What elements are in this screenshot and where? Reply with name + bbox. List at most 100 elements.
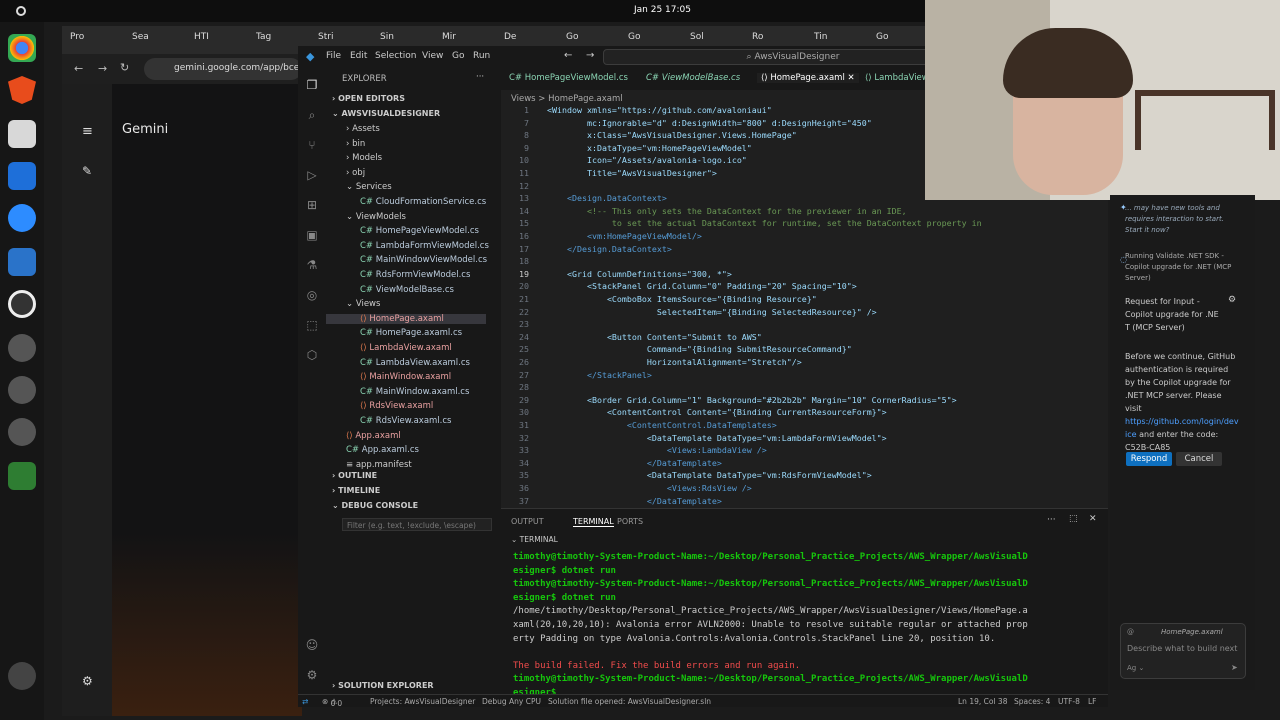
panel-tab-terminal[interactable]: TERMINAL [573, 517, 614, 527]
disk-icon[interactable] [8, 418, 36, 446]
code-line[interactable]: </DataTemplate> [547, 458, 722, 468]
menu-run[interactable]: Run [473, 51, 490, 61]
code-line[interactable]: <Border Grid.Column="1" Background="#2b2… [547, 395, 957, 405]
account-icon[interactable]: ☺ [305, 638, 319, 652]
code-line[interactable]: <StackPanel Grid.Column="0" Padding="20"… [547, 281, 857, 291]
close-panel-icon[interactable]: ✕ [1089, 514, 1097, 524]
tree-file[interactable]: C# MainWindowViewModel.cs [360, 255, 487, 265]
editor-tab[interactable]: C# HomePageViewModel.cs [509, 73, 628, 83]
tree-folder[interactable]: ⌄ Services [346, 182, 392, 192]
code-line[interactable]: mc:Ignorable="d" d:DesignWidth="800" d:D… [547, 118, 872, 128]
code-line[interactable]: x:DataType="vm:HomePageViewModel" [547, 143, 752, 153]
status-cursor-position[interactable]: Ln 19, Col 38 [958, 697, 1007, 706]
chat-input-box[interactable]: @ HomePage.axaml Describe what to build … [1120, 623, 1246, 679]
code-line[interactable]: <ContentControl.DataTemplates> [547, 420, 777, 430]
code-line[interactable]: <Button Content="Submit to AWS" [547, 332, 762, 342]
forward-icon[interactable]: → [98, 62, 107, 75]
tree-file[interactable]: ⟨⟩ HomePage.axaml [326, 313, 486, 324]
maximize-panel-icon[interactable]: ⬚ [1069, 514, 1078, 524]
forward-icon[interactable]: → [586, 50, 594, 61]
status-eol[interactable]: LF [1088, 697, 1097, 706]
code-line[interactable]: <Views:LambdaView /> [547, 445, 767, 455]
containers-icon[interactable]: ⬚ [305, 318, 319, 332]
editor-tab-active[interactable]: ⟨⟩ HomePage.axaml ✕ [757, 73, 859, 83]
tree-file[interactable]: ⟨⟩ LambdaView.axaml [360, 343, 452, 353]
code-line[interactable]: to set the actual DataContext for runtim… [547, 218, 982, 228]
browser-tab[interactable]: Pro [70, 32, 128, 50]
text-editor-icon[interactable] [8, 162, 36, 190]
browser-tab[interactable]: HTI [194, 32, 252, 50]
tree-folder[interactable]: › bin [346, 139, 365, 149]
code-line[interactable]: <Views:RdsView /> [547, 483, 752, 493]
tree-file[interactable]: C# ViewModelBase.cs [360, 285, 454, 295]
menu-file[interactable]: File [326, 51, 341, 61]
open-editors-section[interactable]: › OPEN EDITORS [332, 94, 405, 103]
brave-icon[interactable] [8, 76, 36, 104]
menu-icon[interactable]: ≡ [82, 124, 93, 139]
code-line[interactable]: <vm:HomePageViewModel/> [547, 231, 702, 241]
tree-folder[interactable]: ⌄ Views [346, 299, 380, 309]
source-control-icon[interactable]: ⑂ [305, 138, 319, 152]
code-line[interactable]: <ContentControl Content="{Binding Curren… [547, 407, 887, 417]
tree-file[interactable]: C# CloudFormationService.cs [360, 197, 486, 207]
chrome-icon[interactable] [8, 34, 36, 62]
browser-tab[interactable]: Sea [132, 32, 190, 50]
tree-file[interactable]: C# RdsView.axaml.cs [360, 416, 451, 426]
files-icon[interactable] [8, 120, 36, 148]
settings-icon[interactable]: ⚙ [1228, 295, 1236, 305]
search-icon[interactable]: ⌕ [305, 108, 319, 122]
disk-icon[interactable] [8, 334, 36, 362]
status-indent[interactable]: Spaces: 4 [1014, 697, 1050, 706]
attach-context-icon[interactable]: @ [1127, 628, 1134, 636]
problems-indicator[interactable]: ⊗ 0 ⚠ 0 [322, 697, 342, 708]
cancel-button[interactable]: Cancel [1176, 452, 1222, 466]
status-encoding[interactable]: UTF-8 [1058, 697, 1080, 706]
code-line[interactable]: <Grid ColumnDefinitions="300, *"> [547, 269, 732, 279]
tree-file[interactable]: ⟨⟩ RdsView.axaml [360, 401, 433, 411]
testing-icon[interactable]: ⚗ [305, 258, 319, 272]
code-line[interactable]: </Design.DataContext> [547, 244, 672, 254]
more-actions-icon[interactable]: ··· [1047, 515, 1056, 525]
tree-file[interactable]: C# HomePageViewModel.cs [360, 226, 479, 236]
panel-tab-ports[interactable]: PORTS [617, 517, 643, 526]
extensions-icon[interactable]: ⊞ [305, 198, 319, 212]
agent-mode-selector[interactable]: Ag ⌄ [1127, 664, 1144, 672]
code-line[interactable]: </StackPanel> [547, 370, 652, 380]
project-section[interactable]: ⌄ AWSVISUALDESIGNER [332, 109, 440, 118]
menu-view[interactable]: View [422, 51, 443, 61]
code-line[interactable]: HorizontalAlignment="Stretch"/> [547, 357, 802, 367]
tree-file[interactable]: ≡ app.manifest [346, 460, 412, 470]
code-line[interactable]: x:Class="AwsVisualDesigner.Views.HomePag… [547, 130, 797, 140]
tree-file[interactable]: C# App.axaml.cs [346, 445, 419, 455]
terminal-output[interactable]: timothy@timothy-System-Product-Name:~/De… [513, 551, 1093, 701]
trash-icon[interactable] [8, 462, 36, 490]
debug-filter-input[interactable]: Filter (e.g. text, !exclude, \escape) [342, 518, 492, 531]
chat-input-placeholder[interactable]: Describe what to build next [1127, 644, 1237, 653]
remote-icon[interactable]: ▣ [305, 228, 319, 242]
code-line[interactable]: <Design.DataContext> [547, 193, 667, 203]
vscode-icon[interactable] [8, 248, 36, 276]
code-line[interactable]: Title="AwsVisualDesigner"> [547, 168, 717, 178]
tree-file[interactable]: ⟨⟩ MainWindow.axaml [360, 372, 451, 382]
url-bar[interactable]: gemini.google.com/app/bce75 [144, 58, 311, 80]
explorer-icon[interactable]: ❐ [305, 78, 319, 92]
tree-file[interactable]: ⟨⟩ App.axaml [346, 431, 401, 441]
code-line[interactable]: </DataTemplate> [547, 496, 722, 506]
chat-context-file[interactable]: HomePage.axaml [1161, 628, 1223, 636]
breadcrumb[interactable]: Views > HomePage.axaml [511, 94, 623, 104]
code-line[interactable]: <!-- This only sets the DataContext for … [547, 206, 907, 216]
tree-file[interactable]: C# RdsFormViewModel.cs [360, 270, 470, 280]
tree-file[interactable]: C# LambdaFormViewModel.cs [360, 241, 489, 251]
panel-tab-output[interactable]: OUTPUT [511, 517, 544, 526]
solution-explorer-section[interactable]: › SOLUTION EXPLORER [332, 681, 434, 690]
code-line[interactable]: Icon="/Assets/avalonia-logo.ico" [547, 155, 747, 165]
activities-icon[interactable] [16, 6, 26, 16]
reload-icon[interactable]: ↻ [120, 61, 129, 74]
send-icon[interactable]: ➤ [1231, 663, 1238, 672]
code-line[interactable]: <ComboBox ItemsSource="{Binding Resource… [547, 294, 817, 304]
menu-edit[interactable]: Edit [350, 51, 367, 61]
tree-folder[interactable]: › Assets [346, 124, 380, 134]
tree-folder[interactable]: ⌄ ViewModels [346, 212, 406, 222]
timeline-section[interactable]: › TIMELINE [332, 486, 380, 495]
back-icon[interactable]: ← [564, 50, 572, 61]
